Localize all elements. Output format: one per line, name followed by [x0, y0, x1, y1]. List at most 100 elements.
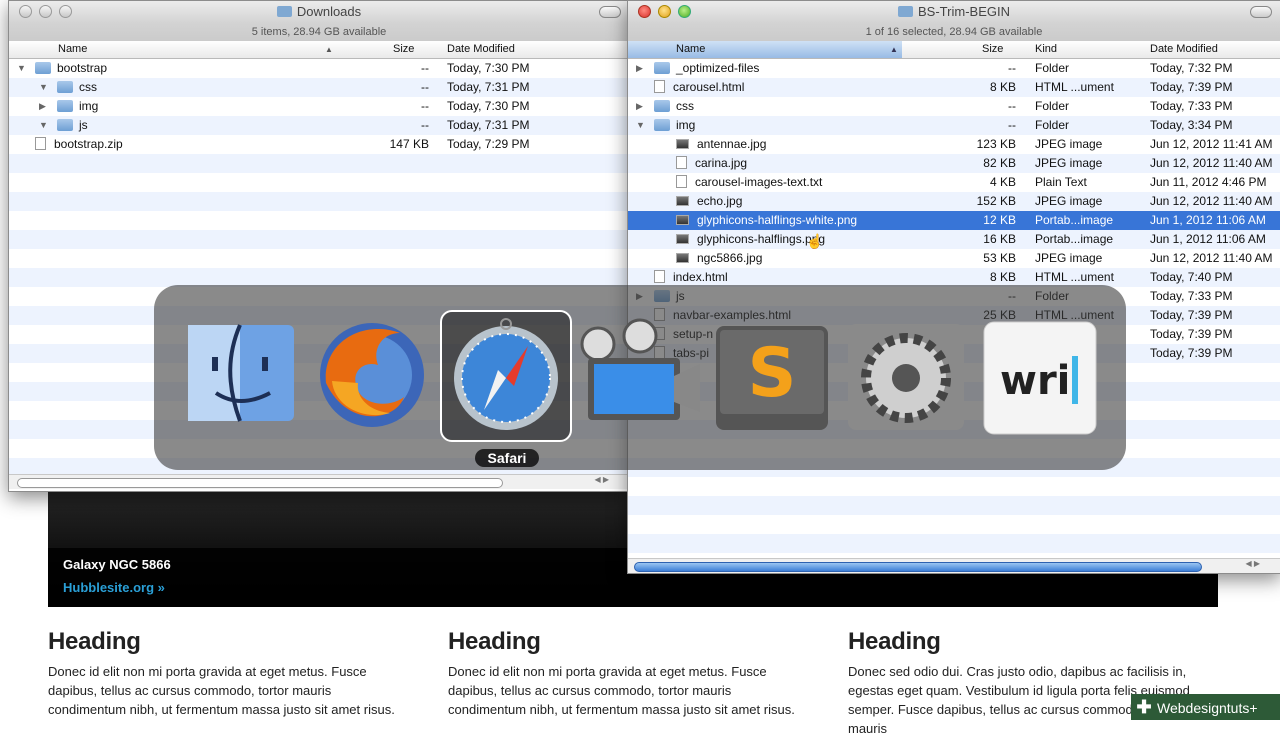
scroll-arrows-icon[interactable]: ◀ ▶	[594, 475, 609, 484]
folder-icon	[654, 62, 670, 74]
file-row[interactable]: antennae.jpg 123 KB JPEG image Jun 12, 2012…	[628, 135, 1280, 154]
disclosure-closed-icon[interactable]: ▶	[636, 97, 643, 116]
file-row[interactable]: carousel.html 8 KB HTML ...ument Today, 7:3…	[628, 78, 1280, 97]
file-name: glyphicons-halflings-white.png	[676, 211, 857, 230]
firefox-icon[interactable]	[312, 313, 432, 433]
file-size: --	[421, 99, 429, 113]
writer-icon-text: wri	[1000, 358, 1070, 404]
file-row[interactable]: ▼ img -- Folder Today, 3:34 PM	[628, 116, 1280, 135]
file-name: carousel.html	[654, 78, 744, 97]
file-size: 53 KB	[983, 251, 1016, 265]
column-size[interactable]: Size	[393, 43, 414, 55]
file-date: Today, 7:33 PM	[1150, 289, 1233, 303]
column-date[interactable]: Date Modified	[1150, 43, 1218, 55]
scroll-thumb[interactable]	[17, 478, 503, 488]
hand-cursor-icon: ☝	[806, 233, 824, 249]
file-size: 12 KB	[983, 213, 1016, 227]
file-row[interactable]: glyphicons-halflings-white.png 12 KB Porta…	[628, 211, 1280, 230]
horizontal-scrollbar[interactable]: ◀ ▶	[628, 558, 1280, 573]
column-kind[interactable]: Kind	[1035, 43, 1057, 55]
carousel-caption-link[interactable]: Hubblesite.org »	[63, 580, 165, 595]
file-name-label: css	[79, 80, 97, 94]
image-file-icon	[676, 196, 689, 206]
bs-trim-titlebar[interactable]: BS-Trim-BEGIN	[628, 1, 1280, 23]
toolbar-toggle-button[interactable]	[1250, 6, 1272, 18]
file-kind: JPEG image	[1035, 137, 1103, 151]
file-date: Today, 7:39 PM	[1150, 327, 1233, 341]
file-name-label: carousel-images-text.txt	[695, 175, 823, 189]
safari-icon[interactable]	[446, 316, 566, 436]
file-date: Today, 7:29 PM	[447, 137, 530, 151]
scroll-thumb[interactable]	[634, 562, 1202, 572]
empty-row	[9, 173, 629, 192]
file-row[interactable]: ▼ js -- Today, 7:31 PM	[9, 116, 629, 135]
writer-icon[interactable]: wri	[980, 316, 1100, 436]
file-row[interactable]: ▼ bootstrap -- Today, 7:30 PM	[9, 59, 629, 78]
movie-icon[interactable]	[578, 316, 700, 436]
column-name[interactable]: Name	[58, 43, 87, 55]
folder-icon	[898, 6, 914, 17]
file-size: --	[1008, 61, 1016, 75]
downloads-titlebar[interactable]: Downloads	[9, 1, 629, 23]
file-kind: Folder	[1035, 118, 1070, 132]
file-name-label: js	[79, 118, 88, 132]
file-row[interactable]: ▼ css -- Today, 7:31 PM	[9, 78, 629, 97]
empty-row	[628, 515, 1280, 534]
file-row[interactable]: bootstrap.zip 147 KB Today, 7:29 PM	[9, 135, 629, 154]
document-icon	[35, 137, 46, 150]
sublime-icon[interactable]: S	[712, 318, 832, 438]
file-name-label: echo.jpg	[697, 194, 743, 208]
disclosure-open-icon[interactable]: ▼	[636, 116, 645, 135]
disclosure-open-icon[interactable]: ▼	[39, 78, 48, 97]
scroll-arrows-icon[interactable]: ◀ ▶	[1245, 559, 1260, 568]
file-size: --	[1008, 118, 1016, 132]
file-row[interactable]: carina.jpg 82 KB JPEG image Jun 12, 2012 11…	[628, 154, 1280, 173]
window-title: Downloads	[9, 4, 629, 19]
empty-row	[9, 249, 629, 268]
file-name: bootstrap	[35, 59, 107, 78]
content-column-2: Heading Donec id elit non mi porta gravi…	[448, 628, 808, 719]
file-row[interactable]: ▶ img -- Today, 7:30 PM	[9, 97, 629, 116]
file-row[interactable]: carousel-images-text.txt 4 KB Plain Text Ju…	[628, 173, 1280, 192]
toolbar-toggle-button[interactable]	[599, 6, 621, 18]
file-size: --	[421, 61, 429, 75]
file-name-label: ngc5866.jpg	[697, 251, 763, 265]
badge-label: Webdesigntuts+	[1157, 700, 1258, 716]
file-row[interactable]: glyphicons-halflings.png 16 KB Portab...im…	[628, 230, 1280, 249]
file-row[interactable]: echo.jpg 152 KB JPEG image Jun 12, 2012 11:…	[628, 192, 1280, 211]
file-date: Jun 1, 2012 11:06 AM	[1150, 232, 1266, 246]
file-name: ngc5866.jpg	[676, 249, 762, 268]
disclosure-open-icon[interactable]: ▼	[17, 59, 26, 78]
column-heading: Heading	[848, 628, 941, 655]
horizontal-scrollbar[interactable]: ◀ ▶	[9, 474, 629, 489]
file-name: css	[654, 97, 694, 116]
document-icon	[676, 175, 687, 188]
file-row[interactable]: ngc5866.jpg 53 KB JPEG image Jun 12, 2012 1…	[628, 249, 1280, 268]
folder-icon	[276, 6, 292, 17]
file-date: Today, 7:33 PM	[1150, 99, 1233, 113]
column-text: Donec id elit non mi porta gravida at eg…	[48, 664, 395, 717]
column-text: Donec id elit non mi porta gravida at eg…	[448, 664, 795, 717]
file-name: js	[57, 116, 88, 135]
file-row[interactable]: ▶ _optimized-files -- Folder Today, 7:32 PM	[628, 59, 1280, 78]
file-date: Today, 7:32 PM	[1150, 61, 1233, 75]
finder-icon[interactable]	[180, 313, 300, 433]
column-name[interactable]: Name	[676, 43, 705, 55]
file-size: 4 KB	[989, 175, 1016, 189]
file-row[interactable]: ▶ css -- Folder Today, 7:33 PM	[628, 97, 1280, 116]
system-preferences-icon[interactable]	[846, 318, 966, 438]
file-size: 8 KB	[989, 80, 1016, 94]
disclosure-open-icon[interactable]: ▼	[39, 116, 48, 135]
file-date: Today, 7:30 PM	[447, 99, 530, 113]
disclosure-closed-icon[interactable]: ▶	[636, 59, 643, 78]
file-date: Jun 12, 2012 11:40 AM	[1150, 251, 1273, 265]
status-bar: 5 items, 28.94 GB available	[9, 23, 629, 41]
empty-row	[9, 192, 629, 211]
column-size[interactable]: Size	[982, 43, 1003, 55]
folder-icon	[654, 119, 670, 131]
disclosure-closed-icon[interactable]: ▶	[39, 97, 46, 116]
empty-row	[628, 477, 1280, 496]
document-icon	[676, 156, 687, 169]
file-date: Today, 7:39 PM	[1150, 80, 1233, 94]
column-date[interactable]: Date Modified	[447, 43, 515, 55]
